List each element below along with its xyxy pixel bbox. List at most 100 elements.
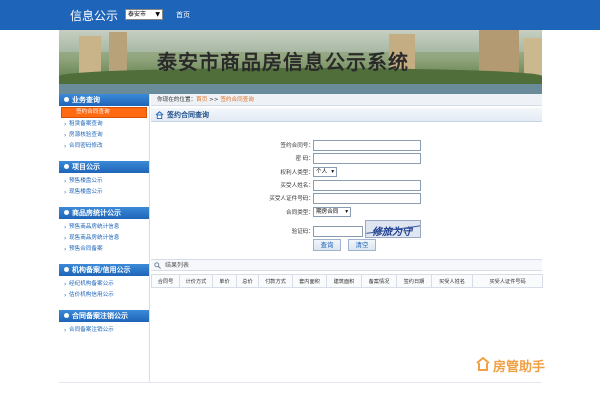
captcha-label: 验证码： — [291, 229, 314, 235]
buyer-id-input[interactable] — [313, 193, 421, 204]
contract-no-label: 签约合同号： — [280, 143, 314, 149]
breadcrumb-separator: >> — [209, 97, 219, 103]
sidebar-item-presale-contracts[interactable]: › 预售合同备案 — [59, 244, 149, 255]
sidebar-item-current-stats[interactable]: › 现售商品房统计信息 — [59, 233, 149, 244]
breadcrumb-lead: 你现在的位置： — [157, 97, 197, 103]
column-header[interactable]: 单价 — [212, 274, 237, 288]
results-title: 结果列表 — [165, 262, 190, 269]
bullet-icon — [64, 313, 69, 318]
sidebar-section-cancellations: 合同备案注销公示 — [59, 310, 149, 322]
password-input[interactable] — [313, 153, 421, 164]
column-header[interactable]: 付款方式 — [258, 274, 293, 288]
contract-no-input[interactable] — [313, 140, 421, 151]
sidebar-section-projects: 项目公示 — [59, 161, 149, 173]
sidebar-item-label: 现售商品房统计信息 — [69, 235, 120, 241]
breadcrumb-current: 签约合同查询 — [220, 97, 254, 103]
results-header: 结果列表 — [151, 259, 542, 271]
sidebar-item-label: 估价机构信用公示 — [69, 292, 114, 298]
captcha-image[interactable]: 修旅为守 — [365, 220, 421, 238]
home-link[interactable]: 首页 — [176, 10, 190, 20]
sidebar-item-presale[interactable]: › 预售楼盘公示 — [59, 176, 149, 187]
sidebar-item-label: 合同备案注销公示 — [69, 327, 114, 333]
chevron-right-icon: › — [64, 292, 67, 299]
chevron-right-icon: › — [64, 132, 67, 139]
city-select-value: 泰安市 — [128, 11, 147, 18]
sidebar-section-agencies: 机构备案/信用公示 — [59, 264, 149, 276]
sidebar-item-broker-agencies[interactable]: › 经纪机构备案公示 — [59, 279, 149, 290]
city-select[interactable]: 泰安市 ▼ — [125, 9, 163, 20]
sidebar-item-password-change[interactable]: › 合同密码修改 — [59, 141, 149, 152]
footer-divider — [59, 382, 542, 383]
form-row-captcha: 验证码： 修旅为守 — [151, 220, 542, 238]
buyer-name-label: 买受人姓名： — [280, 183, 314, 189]
sidebar-section-title: 商品房统计公示 — [72, 209, 121, 217]
sidebar-item-label: 预售楼盘公示 — [69, 178, 103, 184]
password-label: 密 码： — [295, 156, 314, 162]
contract-type-select[interactable]: 期房合同 ▾ — [313, 207, 351, 217]
sidebar-item-label: 预售商品房统计信息 — [69, 224, 120, 230]
breadcrumb-home[interactable]: 首页 — [196, 97, 207, 103]
sidebar-item-lease-query[interactable]: › 租赁备案查询 — [59, 119, 149, 130]
form-row-owner-type: 权利人类型： 个人 ▾ — [151, 167, 542, 178]
captcha-input[interactable] — [313, 226, 363, 237]
house-logo-icon — [476, 356, 490, 371]
sidebar-item-label: 租赁备案查询 — [69, 121, 103, 127]
watermark-text: 房管助手 — [493, 360, 546, 375]
sidebar: 业务查询 签约合同查询 › 租赁备案查询 › 房源核验查询 › 合同密码修改 项目公示… — [59, 94, 150, 382]
buyer-id-label: 买受人证件号码： — [269, 196, 314, 202]
sidebar-item-current-sale[interactable]: › 现售楼盘公示 — [59, 187, 149, 198]
form-row-buyer-name: 买受人姓名： — [151, 180, 542, 191]
search-icon — [154, 262, 161, 269]
breadcrumb: 你现在的位置：首页 >> 签约合同查询 — [151, 94, 542, 106]
column-header[interactable]: 建筑面积 — [326, 274, 362, 288]
chevron-down-icon: ▾ — [331, 169, 334, 175]
sidebar-section-title: 项目公示 — [72, 163, 100, 171]
column-header[interactable]: 买受人证件号码 — [472, 274, 543, 288]
sidebar-item-verify-query[interactable]: › 房源核验查询 — [59, 130, 149, 141]
contract-type-label: 合同类型： — [286, 210, 314, 216]
sidebar-item-label: 合同密码修改 — [69, 143, 103, 149]
results-table: 合同号 计价方式 单价 总价 付款方式 套内面积 建筑面积 备案情况 签约日期 … — [151, 274, 543, 288]
home-icon — [155, 111, 164, 119]
clear-button[interactable]: 清空 — [348, 239, 376, 251]
column-header[interactable]: 合同号 — [151, 274, 180, 288]
sidebar-section-title: 机构备案/信用公示 — [72, 266, 131, 274]
bullet-icon — [64, 97, 69, 102]
watermark: 房管助手 — [475, 354, 565, 376]
chevron-right-icon: › — [64, 235, 67, 242]
bullet-icon — [64, 267, 69, 272]
sidebar-item-presale-stats[interactable]: › 预售商品房统计信息 — [59, 222, 149, 233]
form-row-buyer-id: 买受人证件号码： — [151, 193, 542, 204]
sidebar-item-label: 预售合同备案 — [69, 246, 103, 252]
chevron-right-icon: › — [64, 143, 67, 150]
banner-title: 泰安市商品房信息公示系统 — [157, 50, 409, 74]
owner-type-select[interactable]: 个人 ▾ — [313, 167, 337, 177]
sidebar-item-label: 签约合同查询 — [76, 109, 110, 115]
chevron-right-icon: › — [64, 189, 67, 196]
form-row-contract-no: 签约合同号： — [151, 140, 542, 151]
table-header-row: 合同号 计价方式 单价 总价 付款方式 套内面积 建筑面积 备案情况 签约日期 … — [151, 274, 543, 288]
chevron-right-icon: › — [64, 327, 67, 334]
column-header[interactable]: 签约日期 — [396, 274, 432, 288]
sidebar-item-contract-query[interactable]: 签约合同查询 — [61, 107, 147, 118]
header-banner: 泰安市商品房信息公示系统 — [59, 30, 542, 94]
chevron-right-icon: › — [64, 246, 67, 253]
column-header[interactable]: 计价方式 — [179, 274, 213, 288]
column-header[interactable]: 总价 — [236, 274, 259, 288]
chevron-down-icon: ▼ — [155, 11, 160, 18]
page-title: 签约合同查询 — [167, 111, 209, 119]
query-button[interactable]: 查询 — [313, 239, 341, 251]
chevron-right-icon: › — [64, 281, 67, 288]
column-header[interactable]: 套内面积 — [292, 274, 327, 288]
column-header[interactable]: 买受人姓名 — [431, 274, 473, 288]
page-header: 签约合同查询 — [151, 108, 542, 122]
sidebar-section-title: 业务查询 — [72, 96, 100, 104]
buyer-name-input[interactable] — [313, 180, 421, 191]
main-panel: 你现在的位置：首页 >> 签约合同查询 签约合同查询 签约合同号： 密 码： 权… — [151, 94, 543, 382]
sidebar-item-appraisal-agencies[interactable]: › 估价机构信用公示 — [59, 290, 149, 301]
column-header[interactable]: 备案情况 — [361, 274, 397, 288]
chevron-right-icon: › — [64, 121, 67, 128]
sidebar-item-label: 现售楼盘公示 — [69, 189, 103, 195]
bullet-icon — [64, 164, 69, 169]
sidebar-item-cancellation-notice[interactable]: › 合同备案注销公示 — [59, 325, 149, 336]
